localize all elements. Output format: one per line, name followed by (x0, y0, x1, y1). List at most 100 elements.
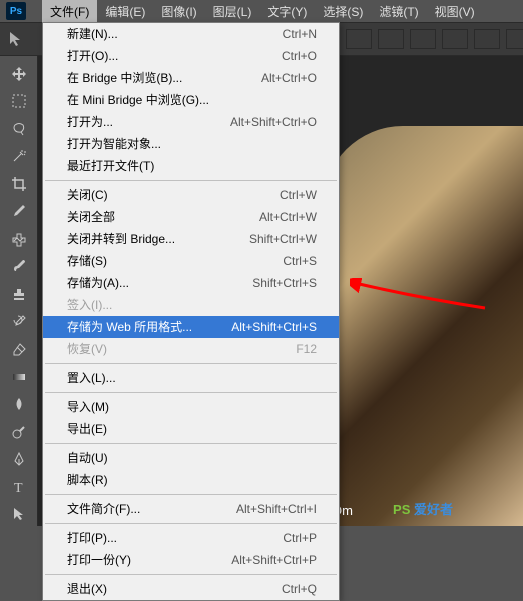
menu-item[interactable]: 脚本(R) (43, 469, 339, 491)
path-select-tool[interactable] (7, 503, 31, 527)
menu-separator (45, 363, 337, 364)
menu-item-shortcut: Alt+Ctrl+O (261, 70, 317, 86)
menu-item-label: 关闭并转到 Bridge... (67, 231, 175, 247)
menu-item[interactable]: 新建(N)...Ctrl+N (43, 23, 339, 45)
menu-separator (45, 494, 337, 495)
menu-item-shortcut: Ctrl+P (283, 530, 317, 546)
eyedropper-tool[interactable] (7, 200, 31, 224)
menu-item-shortcut: Ctrl+O (282, 48, 317, 64)
watermark-logo: PS 爱好者 (393, 499, 453, 518)
menu-select[interactable]: 选择(S) (315, 0, 371, 23)
menu-item: 签入(I)... (43, 294, 339, 316)
menu-item[interactable]: 存储(S)Ctrl+S (43, 250, 339, 272)
menu-item-label: 在 Bridge 中浏览(B)... (67, 70, 182, 86)
svg-text:T: T (14, 481, 23, 495)
app-logo: Ps (6, 2, 26, 20)
file-menu-dropdown: 新建(N)...Ctrl+N 打开(O)... Ctrl+O 在 Bridge 中浏览… (42, 22, 340, 601)
menu-separator (45, 523, 337, 524)
menu-item-label: 自动(U) (67, 450, 108, 466)
menu-item-label: 打开为智能对象... (67, 136, 161, 152)
menu-item-label: 存储为(A)... (67, 275, 129, 291)
menu-item-shortcut: Alt+Shift+Ctrl+P (231, 552, 317, 568)
menu-item[interactable]: 导入(M) (43, 396, 339, 418)
menu-item[interactable]: 文件简介(F)...Alt+Shift+Ctrl+I (43, 498, 339, 520)
align-buttons (346, 29, 523, 49)
heal-tool[interactable] (7, 227, 31, 251)
menu-item-label: 关闭全部 (67, 209, 115, 225)
align-top-button[interactable] (442, 29, 468, 49)
align-bottom-button[interactable] (506, 29, 523, 49)
menu-item[interactable]: 置入(L)... (43, 367, 339, 389)
menu-separator (45, 574, 337, 575)
menu-item-label: 最近打开文件(T) (67, 158, 154, 174)
menu-layer[interactable]: 图层(L) (205, 0, 260, 23)
align-right-button[interactable] (410, 29, 436, 49)
menu-item[interactable]: 存储为 Web 所用格式... Alt+Shift+Ctrl+S (43, 316, 339, 338)
menu-item-shortcut: Alt+Shift+Ctrl+S (231, 319, 317, 335)
menu-item[interactable]: 最近打开文件(T) (43, 155, 339, 177)
menu-item[interactable]: 存储为(A)... Shift+Ctrl+S (43, 272, 339, 294)
menu-item-label: 打开(O)... (67, 48, 118, 64)
menu-item-label: 恢复(V) (67, 341, 107, 357)
menu-item-label: 关闭(C) (67, 187, 108, 203)
menu-file[interactable]: 文件(F) (42, 0, 97, 23)
menu-item-shortcut: Ctrl+W (280, 187, 317, 203)
menu-item[interactable]: 打开(O)... Ctrl+O (43, 45, 339, 67)
menu-separator (45, 443, 337, 444)
menu-item-label: 签入(I)... (67, 297, 112, 313)
menu-item-label: 新建(N)... (67, 26, 118, 42)
menu-item-label: 导出(E) (67, 421, 107, 437)
gradient-tool[interactable] (7, 365, 31, 389)
menu-item-label: 存储为 Web 所用格式... (67, 319, 192, 335)
align-left-button[interactable] (346, 29, 372, 49)
menu-item[interactable]: 在 Mini Bridge 中浏览(G)... (43, 89, 339, 111)
menu-item-label: 导入(M) (67, 399, 109, 415)
type-tool[interactable]: T (7, 475, 31, 499)
wand-tool[interactable] (7, 145, 31, 169)
menu-item[interactable]: 自动(U) (43, 447, 339, 469)
stamp-tool[interactable] (7, 282, 31, 306)
blur-tool[interactable] (7, 392, 31, 416)
brush-tool[interactable] (7, 255, 31, 279)
menu-edit[interactable]: 编辑(E) (97, 0, 153, 23)
menu-item-shortcut: Ctrl+S (283, 253, 317, 269)
menu-item-label: 退出(X) (67, 581, 107, 597)
menu-type[interactable]: 文字(Y) (259, 0, 315, 23)
menu-item-label: 打开为... (67, 114, 113, 130)
watermark-ps: PS (393, 502, 410, 517)
menu-item[interactable]: 退出(X) Ctrl+Q (43, 578, 339, 600)
crop-tool[interactable] (7, 172, 31, 196)
menu-item[interactable]: 在 Bridge 中浏览(B)... Alt+Ctrl+O (43, 67, 339, 89)
menu-item-label: 脚本(R) (67, 472, 108, 488)
menu-item[interactable]: 打印一份(Y)Alt+Shift+Ctrl+P (43, 549, 339, 571)
menu-separator (45, 392, 337, 393)
menu-item[interactable]: 打开为智能对象... (43, 133, 339, 155)
menu-item-shortcut: Alt+Shift+Ctrl+I (236, 501, 317, 517)
menu-image[interactable]: 图像(I) (153, 0, 204, 23)
menu-item[interactable]: 打开为...Alt+Shift+Ctrl+O (43, 111, 339, 133)
dodge-tool[interactable] (7, 420, 31, 444)
menu-view[interactable]: 视图(V) (427, 0, 483, 23)
menu-filter[interactable]: 滤镜(T) (371, 0, 426, 23)
menubar: 文件(F) 编辑(E) 图像(I) 图层(L) 文字(Y) 选择(S) 滤镜(T… (0, 0, 523, 22)
lasso-tool[interactable] (7, 117, 31, 141)
menu-item-shortcut: Shift+Ctrl+S (252, 275, 317, 291)
menu-item: 恢复(V) F12 (43, 338, 339, 360)
menu-item-shortcut: F12 (296, 341, 317, 357)
align-center-button[interactable] (378, 29, 404, 49)
menu-item[interactable]: 打印(P)...Ctrl+P (43, 527, 339, 549)
menu-item[interactable]: 关闭并转到 Bridge... Shift+Ctrl+W (43, 228, 339, 250)
menu-item[interactable]: 关闭(C) Ctrl+W (43, 184, 339, 206)
move-tool[interactable] (7, 62, 31, 86)
tool-palette: T (0, 56, 38, 526)
history-brush-tool[interactable] (7, 310, 31, 334)
menu-item-shortcut: Shift+Ctrl+W (249, 231, 317, 247)
menu-item[interactable]: 关闭全部Alt+Ctrl+W (43, 206, 339, 228)
eraser-tool[interactable] (7, 337, 31, 361)
marquee-tool[interactable] (7, 90, 31, 114)
current-tool-icon (8, 28, 26, 50)
menu-item[interactable]: 导出(E) (43, 418, 339, 440)
align-middle-button[interactable] (474, 29, 500, 49)
menu-item-shortcut: Ctrl+Q (282, 581, 317, 597)
pen-tool[interactable] (7, 447, 31, 471)
